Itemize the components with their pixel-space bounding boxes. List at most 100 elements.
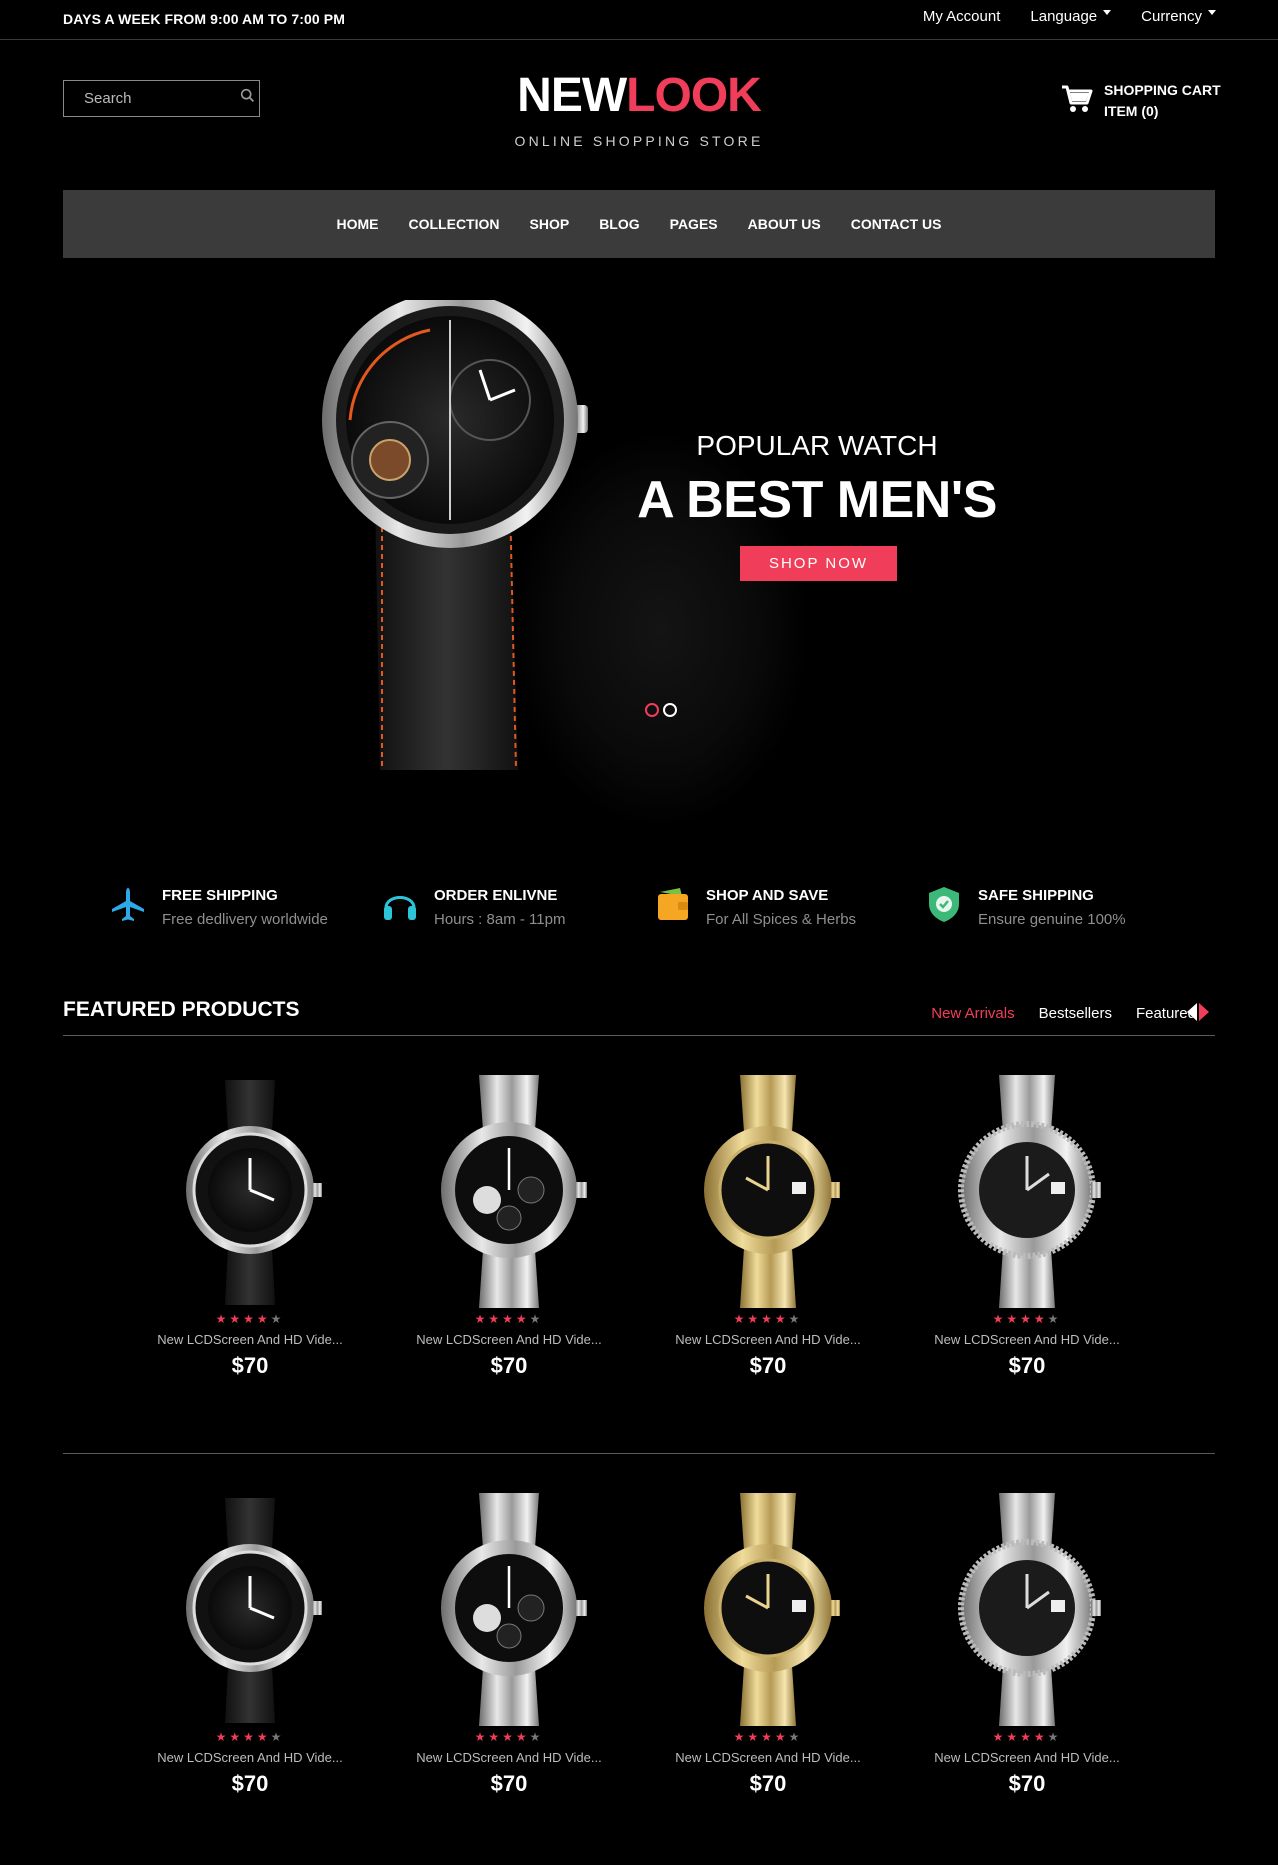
product-image[interactable]	[668, 1488, 868, 1728]
product-price: $70	[749, 1353, 787, 1378]
star-icon: ★	[992, 1730, 1007, 1744]
product-image[interactable]	[150, 1488, 350, 1728]
product-image[interactable]	[668, 1070, 868, 1310]
star-icon: ★	[474, 1730, 489, 1744]
star-icon: ★	[761, 1730, 775, 1744]
chevron-down-icon	[1208, 10, 1216, 15]
star-icon: ★	[774, 1730, 789, 1744]
chevron-down-icon	[1103, 10, 1112, 15]
product-price: $70	[231, 1353, 269, 1378]
product-card[interactable]: ★★★★★ New LCDScreen And HD Vide... $70	[668, 1070, 868, 1379]
slider-dots	[645, 703, 677, 717]
product-image[interactable]	[409, 1488, 609, 1728]
star-icon: ★	[515, 1312, 530, 1326]
hero-subtitle: POPULAR WATCH	[696, 430, 938, 461]
product-image[interactable]	[927, 1488, 1127, 1728]
star-icon: ★	[747, 1730, 762, 1744]
logo-part-look: LOOK	[626, 69, 762, 122]
star-icon: ★	[788, 1312, 803, 1326]
product-card[interactable]: ★★★★★ New LCDScreen And HD Vide... $70	[409, 1070, 609, 1379]
star-icon: ★	[502, 1730, 516, 1744]
product-rating: ★★★★★	[150, 1730, 350, 1746]
product-card[interactable]: ★★★★★ New LCDScreen And HD Vide... $70	[668, 1488, 868, 1797]
product-card[interactable]: ★★★★★ New LCDScreen And HD Vide... $70	[927, 1488, 1127, 1797]
feature-title: SAFE SHIPPING	[978, 887, 1094, 904]
divider	[63, 1035, 1215, 1036]
top-bar: DAYS A WEEK FROM 9:00 AM TO 7:00 PM My A…	[0, 0, 1278, 40]
nav-about-us[interactable]: ABOUT US	[748, 216, 821, 232]
product-tabs: New Arrivals Bestsellers Featured	[931, 1005, 1196, 1022]
nav-home[interactable]: HOME	[337, 216, 379, 232]
shop-now-button[interactable]: SHOP NOW	[740, 546, 897, 581]
product-price: $70	[231, 1771, 269, 1796]
arrow-left-icon[interactable]	[1187, 1003, 1197, 1021]
star-icon: ★	[488, 1312, 503, 1326]
product-rating: ★★★★★	[668, 1730, 868, 1746]
product-name[interactable]: New LCDScreen And HD Vide...	[927, 1332, 1127, 1347]
star-icon: ★	[1020, 1730, 1034, 1744]
featured-products-title: FEATURED PRODUCTS	[63, 998, 300, 1021]
cart-title: SHOPPING CART	[1104, 82, 1221, 98]
product-image[interactable]	[150, 1070, 350, 1310]
features-bar: FREE SHIPPING Free dedlivery worldwide O…	[0, 880, 1278, 940]
star-icon: ★	[1047, 1312, 1062, 1326]
product-image[interactable]	[927, 1070, 1127, 1310]
logo-part-new: NEW	[517, 69, 627, 122]
nav-collection[interactable]: COLLECTION	[409, 216, 500, 232]
nav-contact-us[interactable]: CONTACT US	[851, 216, 942, 232]
star-icon: ★	[1033, 1730, 1048, 1744]
product-name[interactable]: New LCDScreen And HD Vide...	[668, 1750, 868, 1765]
hero-slider: POPULAR WATCH A BEST MEN'S SHOP NOW	[0, 280, 1278, 830]
main-nav: HOME COLLECTION SHOP BLOG PAGES ABOUT US…	[63, 190, 1215, 258]
product-card[interactable]: ★★★★★ New LCDScreen And HD Vide... $70	[927, 1070, 1127, 1379]
product-image[interactable]	[409, 1070, 609, 1310]
product-name[interactable]: New LCDScreen And HD Vide...	[409, 1332, 609, 1347]
cart-text: SHOPPING CART ITEM (0)	[1104, 80, 1221, 122]
shopping-cart[interactable]: SHOPPING CART ITEM (0)	[1060, 80, 1221, 122]
product-name[interactable]: New LCDScreen And HD Vide...	[409, 1750, 609, 1765]
star-icon: ★	[747, 1312, 762, 1326]
product-name[interactable]: New LCDScreen And HD Vide...	[668, 1332, 868, 1347]
product-price: $70	[1008, 1771, 1046, 1796]
nav-shop[interactable]: SHOP	[530, 216, 570, 232]
nav-blog[interactable]: BLOG	[599, 216, 639, 232]
my-account-link[interactable]: My Account	[923, 8, 1001, 25]
product-card[interactable]: ★★★★★ New LCDScreen And HD Vide... $70	[409, 1488, 609, 1797]
product-rating: ★★★★★	[150, 1312, 350, 1328]
product-name[interactable]: New LCDScreen And HD Vide...	[150, 1332, 350, 1347]
store-hours: DAYS A WEEK FROM 9:00 AM TO 7:00 PM	[63, 11, 345, 27]
feature-shop-and-save: SHOP AND SAVE For All Spices & Herbs	[652, 880, 856, 928]
product-name[interactable]: New LCDScreen And HD Vide...	[150, 1750, 350, 1765]
tab-new-arrivals[interactable]: New Arrivals	[931, 1005, 1014, 1022]
feature-free-shipping: FREE SHIPPING Free dedlivery worldwide	[108, 880, 328, 928]
product-price: $70	[490, 1353, 528, 1378]
feature-subtitle: Free dedlivery worldwide	[162, 911, 328, 928]
carousel-arrows	[1187, 1003, 1209, 1021]
language-dropdown[interactable]: Language	[1030, 8, 1112, 25]
star-icon: ★	[788, 1730, 803, 1744]
arrow-right-icon[interactable]	[1199, 1003, 1209, 1021]
star-icon: ★	[1006, 1730, 1021, 1744]
product-price: $70	[749, 1771, 787, 1796]
currency-dropdown[interactable]: Currency	[1141, 8, 1216, 25]
star-icon: ★	[529, 1312, 544, 1326]
product-card[interactable]: ★★★★★ New LCDScreen And HD Vide... $70	[150, 1070, 350, 1379]
star-icon: ★	[1020, 1312, 1034, 1326]
slider-dot-1[interactable]	[645, 703, 659, 717]
product-name[interactable]: New LCDScreen And HD Vide...	[927, 1750, 1127, 1765]
feature-title: SHOP AND SAVE	[706, 887, 829, 904]
star-icon: ★	[502, 1312, 516, 1326]
product-price: $70	[490, 1771, 528, 1796]
feature-subtitle: Ensure genuine 100%	[978, 911, 1126, 928]
cart-icon	[1062, 85, 1093, 112]
site-tagline: ONLINE SHOPPING STORE	[514, 133, 764, 149]
star-icon: ★	[256, 1312, 271, 1326]
slider-dot-2[interactable]	[663, 703, 677, 717]
nav-pages[interactable]: PAGES	[670, 216, 718, 232]
product-card[interactable]: ★★★★★ New LCDScreen And HD Vide... $70	[150, 1488, 350, 1797]
tab-bestsellers[interactable]: Bestsellers	[1039, 1005, 1112, 1022]
star-icon: ★	[270, 1730, 285, 1744]
star-icon: ★	[488, 1730, 503, 1744]
cart-count: ITEM (0)	[1104, 103, 1159, 119]
shield-check-icon	[929, 887, 959, 922]
